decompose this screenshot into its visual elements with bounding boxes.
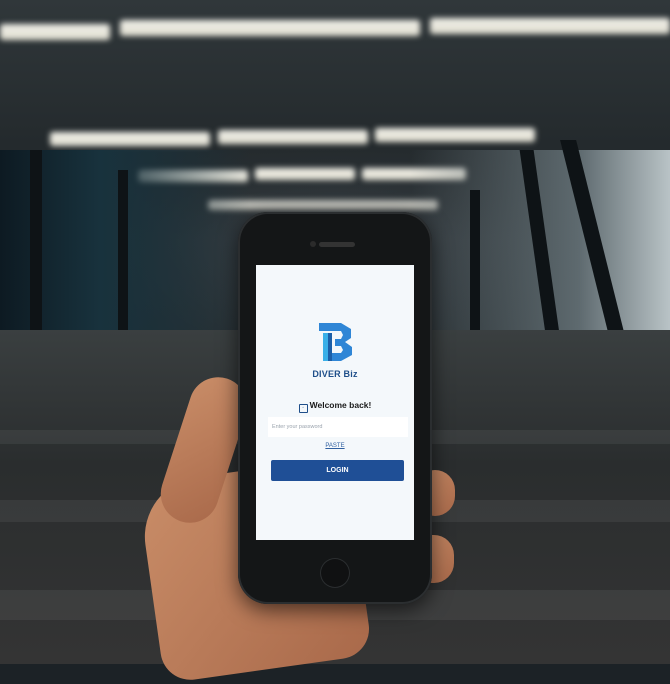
password-input[interactable] — [268, 417, 408, 437]
speaker-grille — [319, 242, 355, 247]
welcome-heading: ◦ Welcome back! — [256, 400, 414, 413]
ceiling-light — [255, 168, 355, 180]
ceiling-light — [430, 18, 670, 34]
home-button[interactable] — [320, 558, 350, 588]
login-button[interactable]: LOGIN — [271, 460, 404, 481]
brand-name: DIVER Biz — [312, 369, 358, 379]
ceiling-light — [375, 128, 535, 142]
welcome-text: Welcome back! — [309, 400, 372, 410]
diver-biz-logo-icon — [319, 323, 352, 361]
ceiling-light — [120, 20, 420, 36]
badge-icon: ◦ — [298, 404, 308, 413]
ceiling-light — [0, 24, 110, 40]
camera-icon — [310, 241, 316, 247]
ceiling-light — [50, 132, 210, 146]
app-screen: DIVER Biz ◦ Welcome back! PASTE LOGIN — [256, 265, 414, 540]
paste-link[interactable]: PASTE — [256, 443, 414, 449]
ceiling-light — [218, 130, 368, 144]
